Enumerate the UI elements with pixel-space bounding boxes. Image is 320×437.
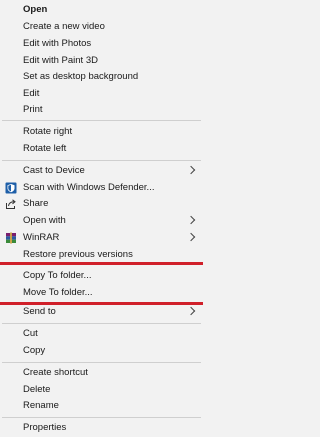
menu-item-open[interactable]: Open: [0, 2, 203, 18]
menu-separator: [2, 120, 201, 121]
menu-item-label: Copy: [23, 345, 46, 356]
menu-item-print[interactable]: Print: [0, 102, 203, 118]
menu-item-label: WinRAR: [23, 232, 60, 243]
menu-item-label: Rotate left: [23, 143, 67, 154]
menu-item-delete[interactable]: Delete: [0, 382, 203, 398]
menu-item-label: Create shortcut: [23, 367, 88, 378]
menu-item-share[interactable]: Share: [0, 196, 203, 212]
menu-item-label: Scan with Windows Defender...: [23, 182, 155, 193]
chevron-right-icon: [186, 306, 196, 316]
menu-item-properties[interactable]: Properties: [0, 420, 203, 436]
menu-item-cast-to-device[interactable]: Cast to Device: [0, 163, 203, 179]
menu-item-scan-windows-defender[interactable]: Scan with Windows Defender...: [0, 180, 203, 196]
menu-item-label: Edit with Paint 3D: [23, 55, 98, 66]
menu-item-label: Print: [23, 104, 43, 115]
menu-item-winrar[interactable]: WinRAR: [0, 230, 203, 246]
context-menu: Open Create a new video Edit with Photos…: [0, 0, 203, 437]
menu-item-copy-to-folder[interactable]: Copy To folder...: [0, 268, 203, 284]
menu-item-rotate-right[interactable]: Rotate right: [0, 124, 203, 140]
chevron-right-icon: [186, 165, 196, 175]
chevron-right-icon: [186, 232, 196, 242]
menu-item-copy[interactable]: Copy: [0, 343, 203, 359]
menu-item-label: Edit: [23, 88, 40, 99]
menu-item-label: Rename: [23, 400, 59, 411]
chevron-right-icon: [186, 215, 196, 225]
menu-item-set-desktop-background[interactable]: Set as desktop background: [0, 69, 203, 85]
menu-separator: [2, 362, 201, 363]
menu-item-label: Edit with Photos: [23, 38, 92, 49]
menu-item-label: Send to: [23, 306, 56, 317]
share-icon: [5, 198, 17, 210]
menu-item-cut[interactable]: Cut: [0, 326, 203, 342]
menu-item-edit[interactable]: Edit: [0, 86, 203, 102]
menu-item-label: Set as desktop background: [23, 71, 139, 82]
highlight-line-top: [0, 262, 203, 265]
menu-item-label: Restore previous versions: [23, 249, 133, 260]
menu-item-label: Open: [23, 4, 48, 15]
menu-item-label: Delete: [23, 384, 51, 395]
menu-separator: [2, 417, 201, 418]
menu-item-label: Move To folder...: [23, 287, 93, 298]
menu-item-label: Share: [23, 198, 49, 209]
menu-item-send-to[interactable]: Send to: [0, 304, 203, 320]
winrar-icon: [5, 232, 17, 244]
menu-separator: [2, 160, 201, 161]
menu-item-move-to-folder[interactable]: Move To folder...: [0, 285, 203, 301]
menu-item-label: Create a new video: [23, 21, 105, 32]
menu-item-rename[interactable]: Rename: [0, 398, 203, 414]
menu-item-open-with[interactable]: Open with: [0, 213, 203, 229]
menu-separator: [2, 323, 201, 324]
menu-item-rotate-left[interactable]: Rotate left: [0, 141, 203, 157]
menu-item-edit-with-paint-3d[interactable]: Edit with Paint 3D: [0, 53, 203, 69]
menu-item-label: Properties: [23, 422, 67, 433]
menu-item-label: Cut: [23, 328, 38, 339]
menu-item-label: Rotate right: [23, 126, 73, 137]
shield-icon: [5, 182, 17, 194]
menu-item-label: Open with: [23, 215, 66, 226]
menu-item-edit-with-photos[interactable]: Edit with Photos: [0, 36, 203, 52]
menu-item-label: Copy To folder...: [23, 270, 92, 281]
menu-item-create-video[interactable]: Create a new video: [0, 19, 203, 35]
menu-item-restore-previous-versions[interactable]: Restore previous versions: [0, 247, 203, 263]
menu-item-label: Cast to Device: [23, 165, 85, 176]
menu-item-create-shortcut[interactable]: Create shortcut: [0, 365, 203, 381]
